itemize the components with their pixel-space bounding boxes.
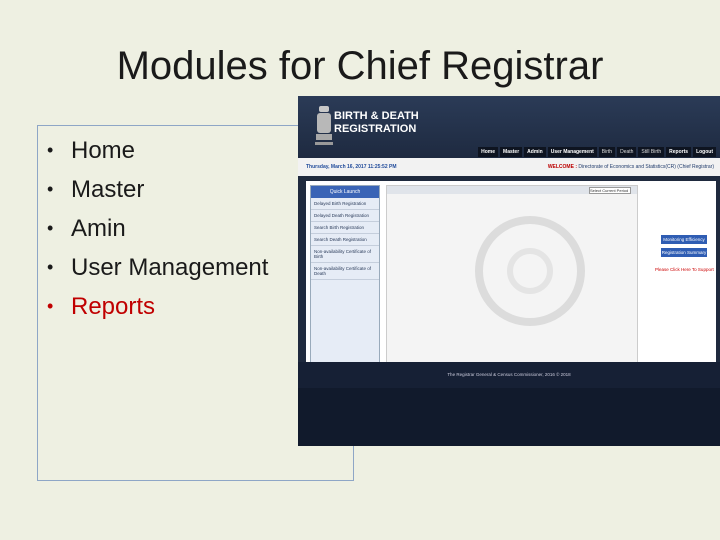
quick-launch-title: Quick Launch xyxy=(311,186,379,198)
nav-death[interactable]: Death xyxy=(617,147,637,157)
bullet-label: Home xyxy=(71,137,136,164)
bullet-home: • Home xyxy=(47,131,268,170)
emblem-icon xyxy=(315,106,333,145)
welcome-name: Directorate of Economics and Statistics(… xyxy=(578,164,714,170)
bullet-label: Reports xyxy=(71,293,156,320)
right-panel: Monitoring Efficiency Registration Summa… xyxy=(649,185,714,373)
center-toolbar: Select Current Period xyxy=(387,186,637,194)
app-screenshot: BIRTH & DEATH REGISTRATION Home Master A… xyxy=(298,96,720,446)
quick-launch-panel: Quick Launch Delayed Birth Registration … xyxy=(310,185,380,375)
app-header: BIRTH & DEATH REGISTRATION Home Master A… xyxy=(298,96,720,158)
brand: BIRTH & DEATH REGISTRATION xyxy=(334,110,419,136)
bullet-reports: • Reports xyxy=(47,287,268,326)
nav-master[interactable]: Master xyxy=(500,147,523,157)
quick-launch-item[interactable]: Search Death Registration xyxy=(311,234,379,246)
nav-logout[interactable]: Logout xyxy=(693,147,716,157)
bullet-label: Master xyxy=(71,176,145,203)
bullet-amin: • Amin xyxy=(47,209,268,248)
period-select[interactable]: Select Current Period xyxy=(589,187,631,194)
content-area: Quick Launch Delayed Birth Registration … xyxy=(306,181,716,375)
app-footer: The Registrar General & Census Commissio… xyxy=(298,362,720,388)
welcome-text: WELCOME : Directorate of Economics and S… xyxy=(548,164,714,170)
brand-line: BIRTH & DEATH xyxy=(334,110,419,122)
bullet-dot: • xyxy=(47,296,54,316)
monitoring-efficiency-button[interactable]: Monitoring Efficiency xyxy=(661,235,707,244)
quick-launch-item[interactable]: Non-availability Certificate of Death xyxy=(311,263,379,280)
watermark-seal-icon xyxy=(475,216,585,326)
quick-launch-item[interactable]: Non-availability Certificate of Birth xyxy=(311,246,379,263)
footer-dark-area xyxy=(298,388,720,446)
registration-summary-button[interactable]: Registration Summary xyxy=(661,248,707,257)
nav-home[interactable]: Home xyxy=(478,147,499,157)
nav-user-management[interactable]: User Management xyxy=(547,147,597,157)
slide-title: Modules for Chief Registrar xyxy=(116,44,604,88)
bullet-dot: • xyxy=(47,257,54,277)
bullet-user-management: • User Management xyxy=(47,248,268,287)
center-panel: Select Current Period xyxy=(386,185,638,375)
nav-bar: Home Master Admin User Management Birth … xyxy=(478,147,716,157)
bullet-label: User Management xyxy=(71,254,269,281)
date-text: Thursday, March 16, 2017 11:25:52 PM xyxy=(306,164,397,170)
bullet-dot: • xyxy=(47,218,54,238)
quick-launch-item[interactable]: Search Birth Registration xyxy=(311,222,379,234)
bullet-master: • Master xyxy=(47,170,268,209)
bullet-dot: • xyxy=(47,140,54,160)
brand-line: REGISTRATION xyxy=(334,123,417,135)
nav-reports[interactable]: Reports xyxy=(666,147,692,157)
bullet-list: • Home • Master • Amin • User Management • Re… xyxy=(47,131,268,326)
status-bar: Thursday, March 16, 2017 11:25:52 PM WEL… xyxy=(298,158,720,176)
quick-launch-item[interactable]: Delayed Death Registration xyxy=(311,210,379,222)
welcome-label: WELCOME : xyxy=(547,164,577,170)
support-link[interactable]: Please Click Here To Support xyxy=(655,267,714,272)
nav-birth[interactable]: Birth xyxy=(598,147,616,157)
nav-still-birth[interactable]: Still Birth xyxy=(638,147,665,157)
bullet-label: Amin xyxy=(71,215,126,242)
nav-admin[interactable]: Admin xyxy=(524,147,546,157)
bullet-dot: • xyxy=(47,179,54,199)
quick-launch-item[interactable]: Delayed Birth Registration xyxy=(311,198,379,210)
